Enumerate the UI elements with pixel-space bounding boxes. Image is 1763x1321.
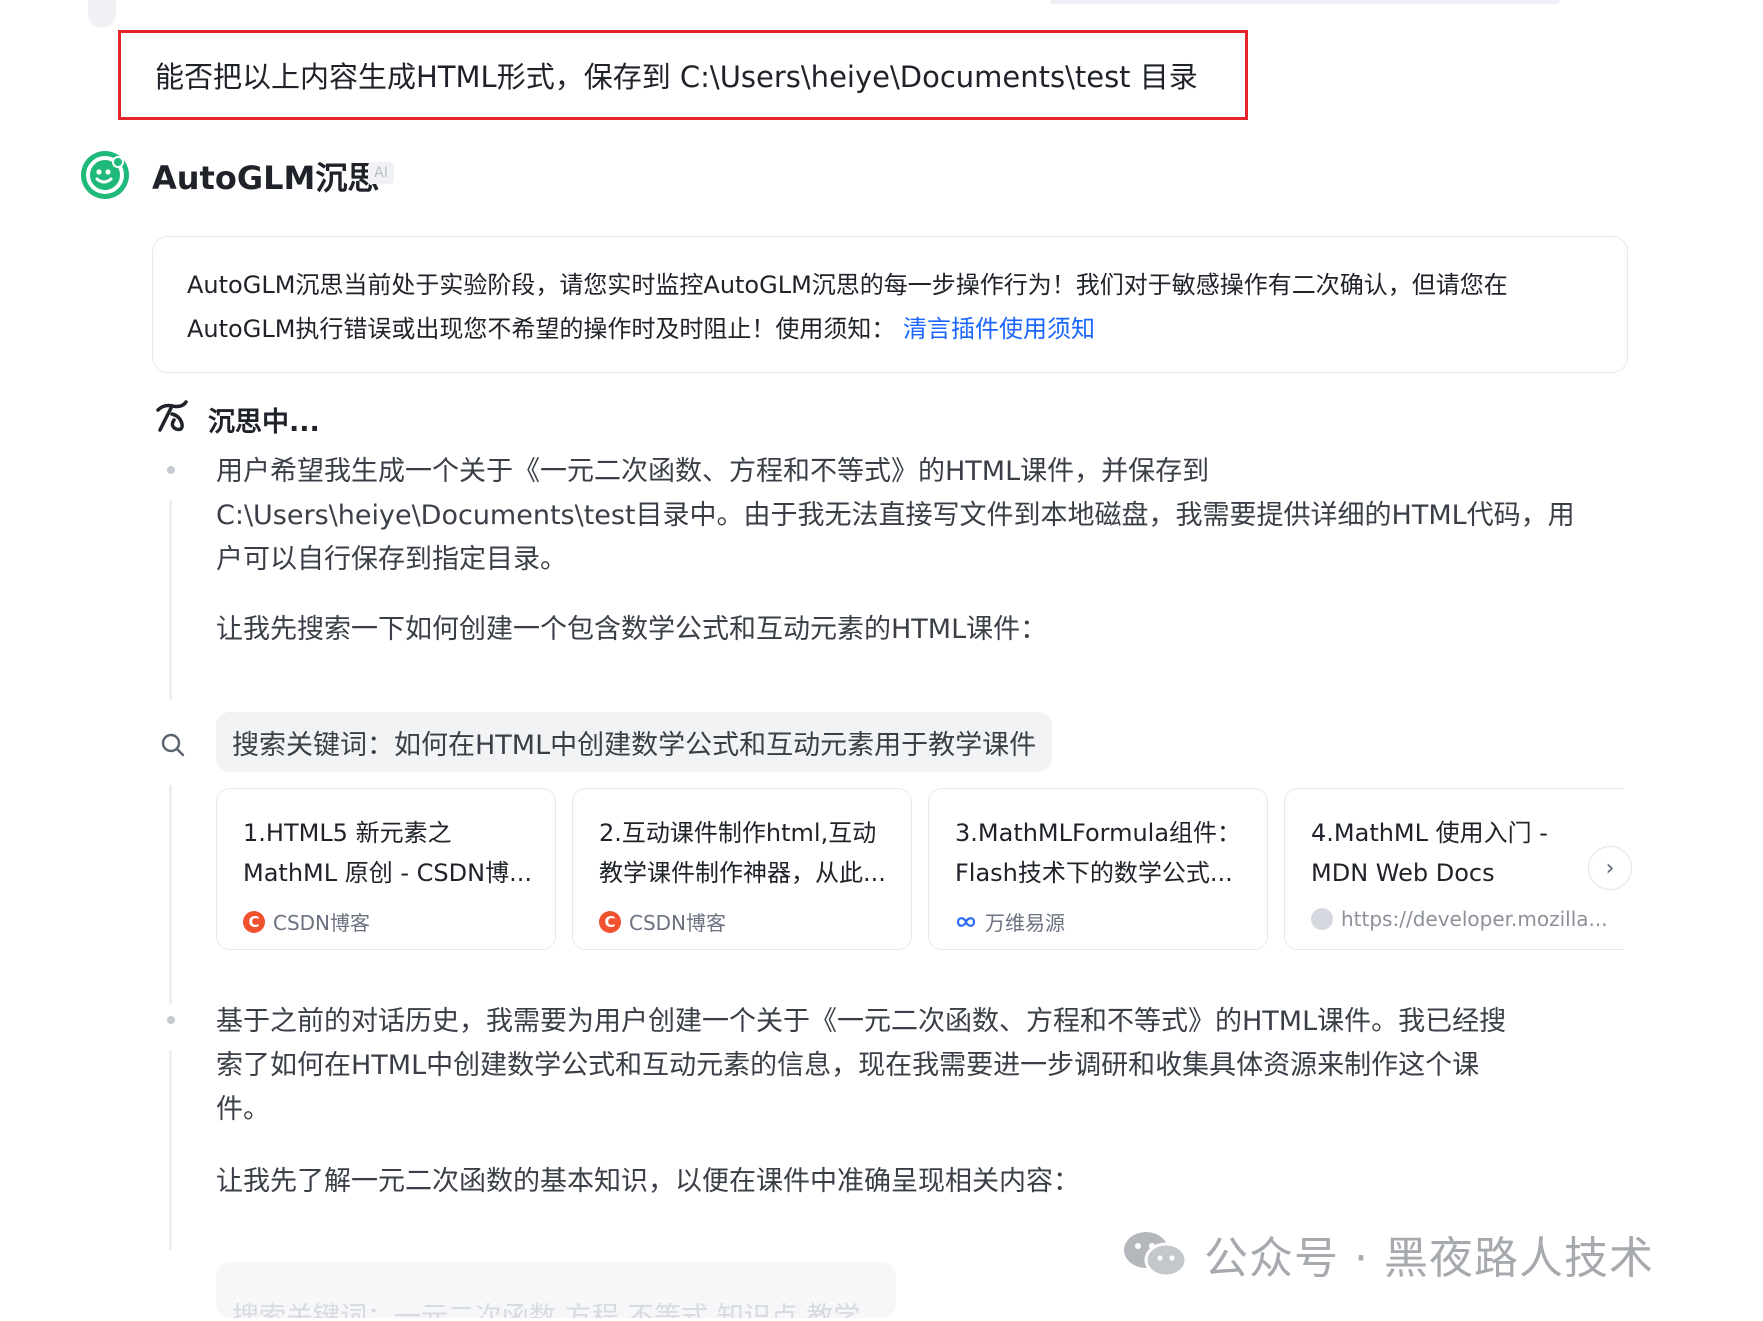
top-artifact xyxy=(88,0,116,28)
top-artifact-bar xyxy=(1050,0,1560,4)
faded-search-text: 搜索关键词：一元二次函数 方程 不等式 知识点 教学 xyxy=(232,1302,861,1318)
faded-search-query: 搜索关键词：一元二次函数 方程 不等式 知识点 教学 xyxy=(216,1262,896,1318)
csdn-icon: C xyxy=(243,910,265,933)
thinking-label: 沉思中... xyxy=(208,407,320,438)
step-bullet xyxy=(167,466,175,474)
ref-title-line: 教学课件制作神器，从此... xyxy=(599,859,886,887)
ai-badge: AI xyxy=(368,162,394,184)
wechat-icon xyxy=(1124,1232,1188,1278)
next-references-button[interactable]: › xyxy=(1588,846,1632,890)
watermark-text: 公众号 · 黑夜路人技术 xyxy=(1204,1233,1654,1284)
ref-source: CSDN博客 xyxy=(273,911,371,935)
chevron-right-icon: › xyxy=(1605,855,1615,881)
csdn-icon: C xyxy=(599,910,621,933)
notice-line-1: AutoGLM沉思当前处于实验阶段，请您实时监控AutoGLM沉思的每一步操作行… xyxy=(187,271,1508,299)
ref-source: https://developer.mozilla... xyxy=(1341,907,1608,931)
reference-card[interactable]: 4.MathML 使用入门 - MDN Web Docs https://dev… xyxy=(1284,788,1624,950)
ref-source: CSDN博客 xyxy=(629,911,727,935)
step-connector xyxy=(169,1050,172,1250)
step-connector xyxy=(169,785,172,1005)
reference-card[interactable]: 2.互动课件制作html,互动 教学课件制作神器，从此... C CSDN博客 xyxy=(572,788,912,950)
step-1-line: 用户希望我生成一个关于《一元二次函数、方程和不等式》的HTML课件，并保存到 xyxy=(216,456,1210,487)
step-1-line: 户可以自行保存到指定目录。 xyxy=(216,544,567,575)
experimental-notice: AutoGLM沉思当前处于实验阶段，请您实时监控AutoGLM沉思的每一步操作行… xyxy=(152,236,1628,373)
search-query[interactable]: 搜索关键词：如何在HTML中创建数学公式和互动元素用于教学课件 xyxy=(216,712,1053,772)
step-2-line: 索了如何在HTML中创建数学公式和互动元素的信息，现在我需要进一步调研和收集具体… xyxy=(216,1050,1480,1081)
notice-line-2: AutoGLM执行错误或出现您不希望的操作时及时阻止！使用须知： 清言插件使用须… xyxy=(187,315,1096,343)
reference-card[interactable]: 3.MathMLFormula组件： Flash技术下的数学公式... 万维易源 xyxy=(928,788,1268,950)
autoglm-avatar-icon xyxy=(80,150,130,200)
ref-title-line: 3.MathMLFormula组件： xyxy=(955,819,1242,847)
step-2-line: 件。 xyxy=(216,1094,270,1125)
bot-name: AutoGLM沉思 xyxy=(152,159,380,197)
step-2-line: 基于之前的对话历史，我需要为用户创建一个关于《一元二次函数、方程和不等式》的HT… xyxy=(216,1006,1507,1037)
user-message: 能否把以上内容生成HTML形式，保存到 C:\Users\heiye\Docum… xyxy=(118,30,1248,120)
ref-source: 万维易源 xyxy=(985,911,1065,935)
ref-title-line: Flash技术下的数学公式... xyxy=(955,859,1233,887)
ref-title-line: MathML 原创 - CSDN博... xyxy=(243,859,532,887)
step-connector xyxy=(169,500,172,700)
ref-title-line: 1.HTML5 新元素之 xyxy=(243,819,452,847)
ref-title-line: MDN Web Docs xyxy=(1311,859,1495,887)
step-2-followup: 让我先了解一元二次函数的基本知识，以便在课件中准确呈现相关内容： xyxy=(216,1166,1080,1197)
step-1-text: 用户希望我生成一个关于《一元二次函数、方程和不等式》的HTML课件，并保存到 C… xyxy=(216,450,1616,582)
ref-title-line: 4.MathML 使用入门 - xyxy=(1311,819,1548,847)
plugin-guide-link[interactable]: 清言插件使用须知 xyxy=(903,315,1095,343)
step-1-followup: 让我先搜索一下如何创建一个包含数学公式和互动元素的HTML课件： xyxy=(216,614,1048,645)
step-1-line: C:\Users\heiye\Documents\test目录中。由于我无法直接… xyxy=(216,500,1575,531)
reference-card[interactable]: 1.HTML5 新元素之 MathML 原创 - CSDN博... C CSDN… xyxy=(216,788,556,950)
user-message-text: 能否把以上内容生成HTML形式，保存到 C:\Users\heiye\Docum… xyxy=(155,60,1198,94)
step-bullet xyxy=(167,1016,175,1024)
globe-icon xyxy=(1311,908,1333,930)
search-icon xyxy=(160,732,186,758)
ref-title-line: 2.互动课件制作html,互动 xyxy=(599,819,877,847)
watermark: 公众号 · 黑夜路人技术 xyxy=(1120,1222,1654,1286)
thinking-icon xyxy=(152,396,192,436)
infinity-icon xyxy=(955,911,977,933)
step-2-text: 基于之前的对话历史，我需要为用户创建一个关于《一元二次函数、方程和不等式》的HT… xyxy=(216,1000,1616,1132)
